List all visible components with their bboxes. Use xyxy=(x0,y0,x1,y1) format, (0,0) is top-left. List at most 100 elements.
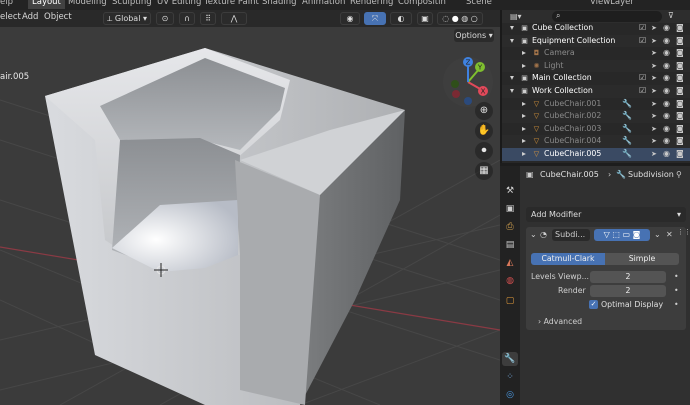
selectable-arrow-icon[interactable]: ➤ xyxy=(651,135,657,148)
physics-tab-icon[interactable]: ◎ xyxy=(502,388,518,402)
3d-viewport[interactable]: elect Add Object ⟂ Global ▾ ⊙ ∩ ⠿ ⋀ ◉ ⤧ … xyxy=(0,10,500,405)
simple-option[interactable]: Simple xyxy=(605,253,679,265)
render-camera-icon[interactable]: ◙ xyxy=(676,123,684,136)
selectable-arrow-icon[interactable]: ➤ xyxy=(651,85,657,98)
keyframe-dot-icon[interactable]: • xyxy=(674,285,679,297)
pan-hand-icon[interactable]: ✋ xyxy=(475,122,493,140)
selectable-arrow-icon[interactable]: ➤ xyxy=(651,123,657,136)
outliner-row[interactable]: ▾ ▣ Cube Collection ☑ ➤ ◉ ◙ xyxy=(502,22,690,35)
eye-icon[interactable]: ◉ xyxy=(663,98,670,111)
modifier-tab-icon[interactable]: 🔧 xyxy=(502,352,518,366)
selectable-arrow-icon[interactable]: ➤ xyxy=(651,60,657,73)
render-camera-icon[interactable]: ◙ xyxy=(676,85,684,98)
eye-icon[interactable]: ◉ xyxy=(663,148,670,161)
advanced-subpanel-toggle[interactable]: › Advanced xyxy=(538,316,582,328)
eye-icon[interactable]: ◉ xyxy=(663,135,670,148)
menu-select[interactable]: elect xyxy=(0,12,21,22)
outliner-row[interactable]: ▸ ◘ Camera ➤ ◉ ◙ xyxy=(502,47,690,60)
gizmo-toggle-button[interactable]: ⤧ xyxy=(364,12,386,25)
keyframe-dot-icon[interactable]: • xyxy=(674,271,679,283)
expand-chevron-icon[interactable]: ▸ xyxy=(522,135,526,148)
render-camera-icon[interactable]: ◙ xyxy=(633,230,641,239)
eye-icon[interactable]: ◉ xyxy=(663,35,670,48)
gizmo-neg-z[interactable] xyxy=(464,97,472,105)
tab-animation[interactable]: Animation xyxy=(298,0,349,9)
filter-funnel-icon[interactable]: ⊽ xyxy=(668,11,674,20)
modifier-name-field[interactable]: Subdi... xyxy=(552,229,590,241)
selectable-arrow-icon[interactable]: ➤ xyxy=(651,47,657,60)
zoom-icon[interactable]: ⊕ xyxy=(475,102,493,120)
menu-add[interactable]: Add xyxy=(22,12,38,22)
expand-chevron-icon[interactable]: ▾ xyxy=(510,72,514,85)
outliner-row[interactable]: ▸ ▽ CubeChair.004 🔧 ➤ ◉ ◙ xyxy=(502,135,690,148)
scene-selector[interactable]: Scene xyxy=(462,0,496,9)
expand-chevron-icon[interactable]: ▸ xyxy=(522,110,526,123)
outliner-row[interactable]: ▸ ▽ CubeChair.002 🔧 ➤ ◉ ◙ xyxy=(502,110,690,123)
render-levels-field[interactable]: 2 xyxy=(590,285,666,297)
expand-chevron-icon[interactable]: ▸ xyxy=(522,98,526,111)
pin-icon[interactable]: ⚲ xyxy=(676,168,682,182)
render-camera-icon[interactable]: ◙ xyxy=(676,47,684,60)
xray-button[interactable]: ▣ xyxy=(417,12,433,25)
selectable-arrow-icon[interactable]: ➤ xyxy=(651,22,657,35)
render-camera-icon[interactable]: ◙ xyxy=(676,35,684,48)
expand-chevron-icon[interactable]: ▾ xyxy=(510,22,514,35)
pivot-point-button[interactable]: ⊙ xyxy=(156,12,174,25)
eye-icon[interactable]: ◉ xyxy=(663,123,670,136)
outliner-row[interactable]: ▸ ▽ CubeChair.005 🔧 ➤ ◉ ◙ xyxy=(502,148,690,161)
collapse-chevron-icon[interactable]: ⌄ xyxy=(530,230,537,239)
tool-tab-icon[interactable]: ⚒ xyxy=(502,184,518,198)
drag-handle-icon[interactable]: ⋮⋮ xyxy=(677,228,690,236)
outliner-row[interactable]: ▾ ▣ Main Collection ☑ ➤ ◉ ◙ xyxy=(502,72,690,85)
expand-chevron-icon[interactable]: ▸ xyxy=(522,47,526,60)
menu-object[interactable]: Object xyxy=(44,12,72,22)
tab-layout[interactable]: Layout xyxy=(28,0,65,9)
view-layer-tab-icon[interactable]: ▤ xyxy=(502,238,518,252)
modifier-wrench-icon[interactable]: 🔧 xyxy=(622,148,632,161)
dropdown-chevron-icon[interactable]: ⌄ xyxy=(654,230,661,239)
expand-chevron-icon[interactable]: ▸ xyxy=(522,148,526,161)
render-tab-icon[interactable]: ▣ xyxy=(502,202,518,216)
catmull-clark-option[interactable]: Catmull-Clark xyxy=(531,253,605,265)
render-camera-icon[interactable]: ◙ xyxy=(676,60,684,73)
eye-icon[interactable]: ◉ xyxy=(663,47,670,60)
overlay-button[interactable]: ◐ xyxy=(390,12,412,25)
exclude-checkbox[interactable]: ☑ xyxy=(639,35,646,48)
outliner-row[interactable]: ▸ ▽ CubeChair.003 🔧 ➤ ◉ ◙ xyxy=(502,123,690,136)
eye-icon[interactable]: ◉ xyxy=(663,22,670,35)
visibility-button[interactable]: ◉ xyxy=(340,12,360,25)
camera-view-icon[interactable]: ⏺ xyxy=(475,142,493,160)
outliner-row[interactable]: ▸ ▽ CubeChair.001 🔧 ➤ ◉ ◙ xyxy=(502,98,690,111)
remove-x-icon[interactable]: ✕ xyxy=(666,230,673,239)
gizmo-neg-y[interactable] xyxy=(451,80,459,88)
render-camera-icon[interactable]: ◙ xyxy=(676,148,684,161)
render-camera-icon[interactable]: ◙ xyxy=(676,135,684,148)
perspective-grid-icon[interactable]: ▦ xyxy=(475,162,493,180)
modifier-wrench-icon[interactable]: 🔧 xyxy=(622,110,632,123)
gizmo-neg-x[interactable] xyxy=(452,90,460,98)
outliner-row[interactable]: ▸ ✺ Light ➤ ◉ ◙ xyxy=(502,59,690,73)
render-camera-icon[interactable]: ◙ xyxy=(676,110,684,123)
expand-chevron-icon[interactable]: ▸ xyxy=(522,123,526,136)
navigation-gizmo[interactable]: X Y Z xyxy=(442,56,494,108)
snap-button[interactable]: ∩ xyxy=(179,12,195,25)
exclude-checkbox[interactable]: ☑ xyxy=(639,72,646,85)
eye-icon[interactable]: ◉ xyxy=(663,72,670,85)
proportional-edit-button[interactable]: ⋀ xyxy=(221,12,247,25)
eye-icon[interactable]: ◉ xyxy=(663,85,670,98)
render-camera-icon[interactable]: ◙ xyxy=(676,72,684,85)
filter-icon[interactable]: ▤▾ xyxy=(510,12,522,21)
render-camera-icon[interactable]: ◙ xyxy=(676,98,684,111)
world-tab-icon[interactable]: ◍ xyxy=(502,274,518,288)
on-cage-icon[interactable]: ⬚ xyxy=(612,230,620,239)
render-camera-icon[interactable]: ◙ xyxy=(676,22,684,35)
tab-texture-paint[interactable]: Texture Paint xyxy=(200,0,263,9)
tab-help[interactable]: elp xyxy=(0,0,17,9)
modifier-wrench-icon[interactable]: 🔧 xyxy=(622,123,632,136)
selectable-arrow-icon[interactable]: ➤ xyxy=(651,148,657,161)
tab-uv-editing[interactable]: UV Editing xyxy=(153,0,205,9)
keyframe-dot-icon[interactable]: • xyxy=(674,299,679,311)
options-dropdown[interactable]: Options ▾ xyxy=(454,29,494,42)
selectable-arrow-icon[interactable]: ➤ xyxy=(651,35,657,48)
viewport-display-icon[interactable]: ▭ xyxy=(622,230,630,239)
